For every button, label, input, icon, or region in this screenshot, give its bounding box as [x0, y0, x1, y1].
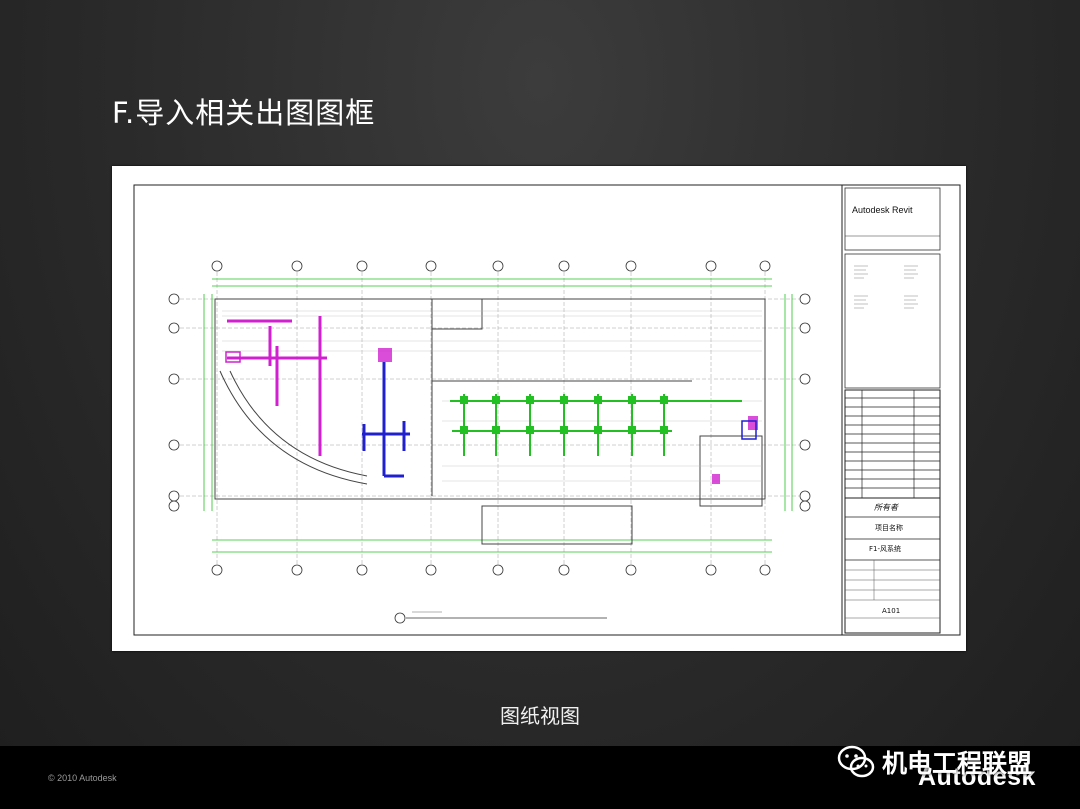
drawing-sheet: Autodesk Revit 所有者 项目名称 F1-风系统 A101 [112, 166, 966, 651]
slide-title: F.导入相关出图图框 [112, 96, 376, 130]
watermark-text: 机电工程联盟 [882, 749, 1033, 778]
titleblock-logo: Autodesk Revit [852, 205, 913, 215]
wechat-icon [837, 745, 875, 778]
floor-plan-drawing [133, 184, 961, 636]
titleblock-sheet-number: A101 [882, 607, 901, 615]
caption: 图纸视图 [500, 704, 580, 728]
titleblock-project-name: 项目名称 [875, 524, 903, 532]
titleblock-owner: 所有者 [874, 503, 898, 512]
copyright-text: © 2010 Autodesk [48, 773, 117, 783]
titleblock-sheet-name: F1-风系统 [869, 545, 902, 553]
